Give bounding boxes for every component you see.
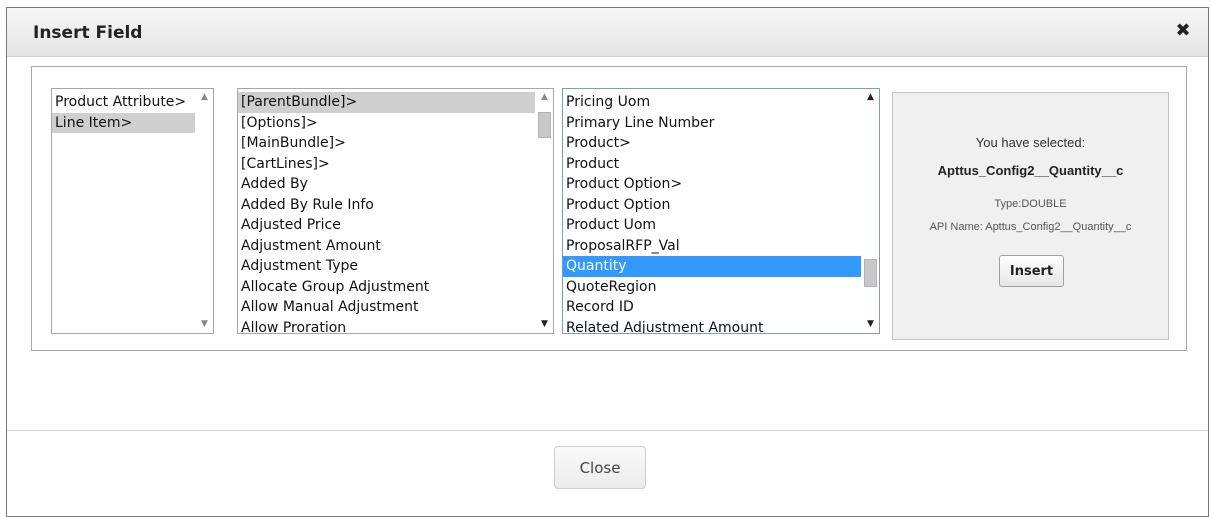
related-list-items: [ParentBundle]> [Options]> [MainBundle]> [C… xyxy=(238,92,535,334)
list-item[interactable]: QuoteRegion xyxy=(563,277,861,298)
field-picker-frame: Product Attribute> Line Item> ▲ ▼ [Parent… xyxy=(31,66,1187,351)
list-item[interactable]: Product Option xyxy=(563,195,861,216)
insert-field-dialog: Insert Field ✖ Product Attribute> Line It… xyxy=(6,7,1209,517)
list-item[interactable]: Product Attribute> xyxy=(52,92,195,113)
list-item[interactable]: Pricing Uom xyxy=(563,92,861,113)
close-button[interactable]: Close xyxy=(554,446,646,489)
list-item[interactable]: Related Adjustment Amount xyxy=(563,318,861,334)
object-list-scrollbar[interactable]: ▲ ▼ xyxy=(196,89,213,333)
selected-field-type: Type:DOUBLE xyxy=(994,198,1067,210)
dialog-title: Insert Field xyxy=(33,23,143,43)
list-item[interactable]: Added By xyxy=(238,174,535,195)
selected-label: You have selected: xyxy=(975,135,1086,150)
dialog-titlebar: Insert Field ✖ xyxy=(7,8,1208,57)
list-item[interactable]: [Options]> xyxy=(238,113,535,134)
object-list-items: Product Attribute> Line Item> xyxy=(52,92,195,133)
list-item[interactable]: Product Uom xyxy=(563,215,861,236)
scroll-up-arrow-icon[interactable]: ▲ xyxy=(196,89,213,106)
list-item[interactable]: Allocate Group Adjustment xyxy=(238,277,535,298)
list-item[interactable]: Adjustment Type xyxy=(238,256,535,277)
list-item[interactable]: Adjusted Price xyxy=(238,215,535,236)
list-item[interactable]: ProposalRFP_Val xyxy=(563,236,861,257)
list-item[interactable]: Product xyxy=(563,154,861,175)
scroll-up-arrow-icon[interactable]: ▲ xyxy=(862,89,879,106)
list-item[interactable]: [ParentBundle]> xyxy=(238,92,535,113)
scrollbar-thumb[interactable] xyxy=(864,259,877,287)
selected-field-name: Apttus_Config2__Quantity__c xyxy=(937,163,1124,178)
insert-button[interactable]: Insert xyxy=(999,255,1064,287)
scroll-up-arrow-icon[interactable]: ▲ xyxy=(536,89,553,106)
list-item[interactable]: Line Item> xyxy=(52,112,195,133)
list-item[interactable]: Record ID xyxy=(563,297,861,318)
list-item[interactable]: [MainBundle]> xyxy=(238,133,535,154)
list-item[interactable]: Product> xyxy=(563,133,861,154)
list-item[interactable]: Primary Line Number xyxy=(563,113,861,134)
list-item[interactable]: Product Option> xyxy=(563,174,861,195)
field-listbox[interactable]: Pricing Uom Primary Line Number Product> Pr… xyxy=(562,88,880,334)
footer-divider xyxy=(7,430,1208,431)
list-item[interactable]: Added By Rule Info xyxy=(238,195,535,216)
scrollbar-thumb[interactable] xyxy=(538,112,551,138)
field-list-items: Pricing Uom Primary Line Number Product> Pr… xyxy=(563,92,861,334)
list-item[interactable]: [CartLines]> xyxy=(238,154,535,175)
close-x-icon[interactable]: ✖ xyxy=(1174,22,1192,40)
list-item[interactable]: Adjustment Amount xyxy=(238,236,535,257)
selected-field-api-name: API Name: Apttus_Config2__Quantity__c xyxy=(929,221,1132,233)
list-item[interactable]: Allow Manual Adjustment xyxy=(238,297,535,318)
scroll-down-arrow-icon[interactable]: ▼ xyxy=(196,316,213,333)
related-object-listbox[interactable]: [ParentBundle]> [Options]> [MainBundle]> [C… xyxy=(237,88,554,334)
scroll-down-arrow-icon[interactable]: ▼ xyxy=(862,316,879,333)
scroll-down-arrow-icon[interactable]: ▼ xyxy=(536,316,553,333)
object-listbox[interactable]: Product Attribute> Line Item> ▲ ▼ xyxy=(51,88,214,334)
field-list-scrollbar[interactable]: ▲ ▼ xyxy=(862,89,879,333)
related-list-scrollbar[interactable]: ▲ ▼ xyxy=(536,89,553,333)
list-item[interactable]: Allow Proration xyxy=(238,318,535,334)
selection-info-panel: You have selected: Apttus_Config2__Quant… xyxy=(892,92,1169,340)
list-item[interactable]: Quantity xyxy=(563,256,861,277)
